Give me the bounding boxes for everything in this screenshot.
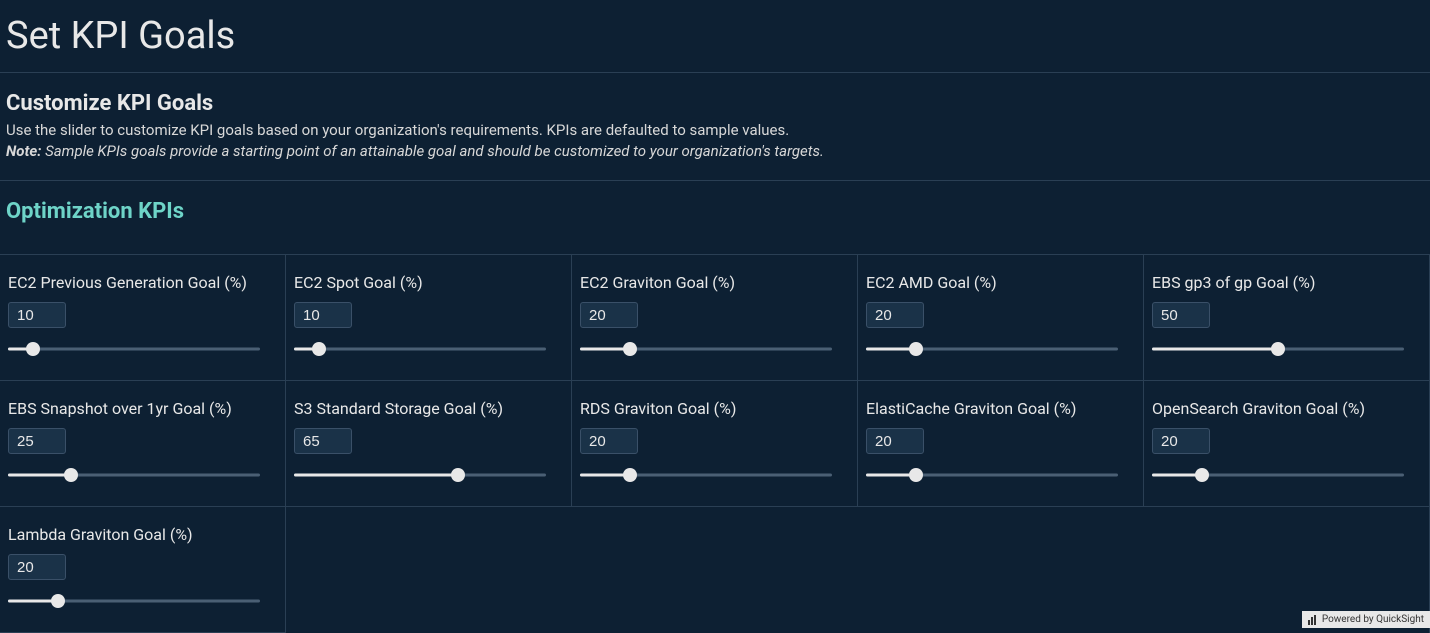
kpi-cell: EBS Snapshot over 1yr Goal (%)	[0, 381, 286, 507]
empty-cell	[858, 507, 1144, 633]
kpi-value-input[interactable]	[580, 428, 638, 454]
kpi-slider[interactable]	[580, 342, 832, 356]
kpi-value-input[interactable]	[8, 428, 66, 454]
kpi-value-input[interactable]	[866, 428, 924, 454]
kpi-cell: Lambda Graviton Goal (%)	[0, 507, 286, 633]
kpi-cell: EC2 Previous Generation Goal (%)	[0, 255, 286, 381]
slider-thumb[interactable]	[623, 342, 637, 356]
kpi-label: OpenSearch Graviton Goal (%)	[1152, 399, 1421, 418]
kpi-cell: EC2 Graviton Goal (%)	[572, 255, 858, 381]
slider-fill	[294, 474, 458, 477]
kpi-label: Lambda Graviton Goal (%)	[8, 525, 277, 544]
customize-title: Customize KPI Goals	[6, 91, 1424, 116]
kpi-slider[interactable]	[8, 468, 260, 482]
kpi-slider[interactable]	[8, 342, 260, 356]
kpi-slider[interactable]	[1152, 468, 1404, 482]
kpi-slider[interactable]	[8, 594, 260, 608]
kpi-cell: EC2 Spot Goal (%)	[286, 255, 572, 381]
footer-badge: Powered by QuickSight	[1302, 611, 1430, 628]
kpi-label: EC2 Spot Goal (%)	[294, 273, 563, 292]
kpi-label: EBS gp3 of gp Goal (%)	[1152, 273, 1421, 292]
kpi-label: EC2 AMD Goal (%)	[866, 273, 1135, 292]
empty-cell	[572, 507, 858, 633]
kpi-grid: EC2 Previous Generation Goal (%) EC2 Spot…	[0, 254, 1430, 633]
customize-description: Use the slider to customize KPI goals ba…	[6, 120, 1424, 141]
slider-track	[294, 348, 546, 351]
slider-thumb[interactable]	[312, 342, 326, 356]
kpi-cell: EBS gp3 of gp Goal (%)	[1144, 255, 1430, 381]
page-title: Set KPI Goals	[0, 0, 1430, 73]
slider-fill	[8, 474, 71, 477]
kpi-slider[interactable]	[580, 468, 832, 482]
kpi-slider[interactable]	[1152, 342, 1404, 356]
kpi-label: EC2 Previous Generation Goal (%)	[8, 273, 277, 292]
slider-thumb[interactable]	[51, 594, 65, 608]
note-label: Note:	[6, 142, 41, 160]
footer-text: Powered by QuickSight	[1322, 614, 1424, 625]
slider-thumb[interactable]	[451, 468, 465, 482]
kpi-cell: OpenSearch Graviton Goal (%)	[1144, 381, 1430, 507]
slider-thumb[interactable]	[64, 468, 78, 482]
kpi-value-input[interactable]	[294, 428, 352, 454]
optimization-kpis-title: Optimization KPIs	[0, 181, 1430, 254]
kpi-value-input[interactable]	[294, 302, 352, 328]
kpi-label: S3 Standard Storage Goal (%)	[294, 399, 563, 418]
kpi-label: EBS Snapshot over 1yr Goal (%)	[8, 399, 277, 418]
kpi-value-input[interactable]	[866, 302, 924, 328]
kpi-slider[interactable]	[294, 468, 546, 482]
kpi-cell: RDS Graviton Goal (%)	[572, 381, 858, 507]
kpi-slider[interactable]	[866, 342, 1118, 356]
slider-thumb[interactable]	[623, 468, 637, 482]
customize-section: Customize KPI Goals Use the slider to cu…	[0, 73, 1430, 181]
customize-note: Note: Sample KPIs goals provide a starti…	[6, 141, 1424, 162]
kpi-slider[interactable]	[866, 468, 1118, 482]
kpi-label: RDS Graviton Goal (%)	[580, 399, 849, 418]
quicksight-icon	[1308, 615, 1318, 625]
slider-thumb[interactable]	[909, 468, 923, 482]
slider-fill	[1152, 348, 1278, 351]
empty-cell	[286, 507, 572, 633]
slider-thumb[interactable]	[1271, 342, 1285, 356]
kpi-label: ElastiCache Graviton Goal (%)	[866, 399, 1135, 418]
kpi-value-input[interactable]	[8, 554, 66, 580]
kpi-slider[interactable]	[294, 342, 546, 356]
slider-thumb[interactable]	[1195, 468, 1209, 482]
kpi-value-input[interactable]	[8, 302, 66, 328]
kpi-label: EC2 Graviton Goal (%)	[580, 273, 849, 292]
kpi-cell: EC2 AMD Goal (%)	[858, 255, 1144, 381]
kpi-value-input[interactable]	[1152, 428, 1210, 454]
kpi-cell: ElastiCache Graviton Goal (%)	[858, 381, 1144, 507]
slider-track	[8, 348, 260, 351]
kpi-cell: S3 Standard Storage Goal (%)	[286, 381, 572, 507]
slider-thumb[interactable]	[26, 342, 40, 356]
kpi-value-input[interactable]	[1152, 302, 1210, 328]
kpi-value-input[interactable]	[580, 302, 638, 328]
slider-thumb[interactable]	[909, 342, 923, 356]
note-text: Sample KPIs goals provide a starting poi…	[41, 142, 823, 160]
